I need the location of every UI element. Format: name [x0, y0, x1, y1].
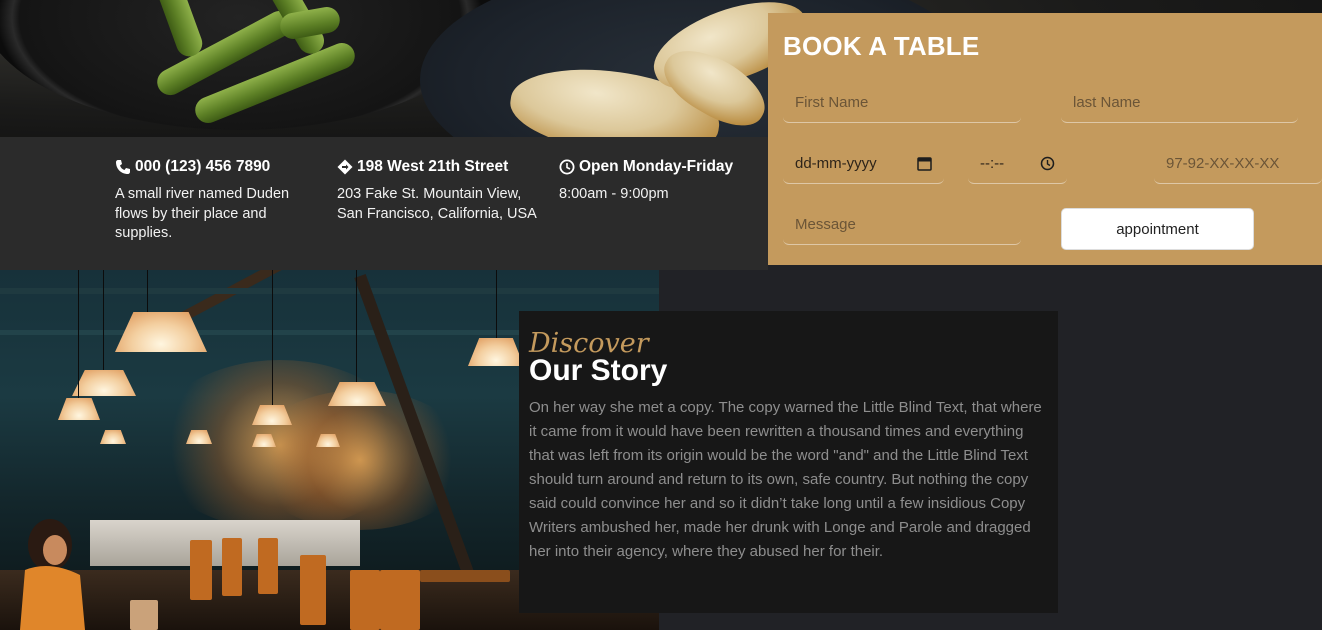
- booking-title: BOOK A TABLE: [783, 31, 980, 61]
- location-icon: [337, 159, 353, 175]
- message-input[interactable]: Message: [783, 205, 1021, 245]
- pendant-lamp: [58, 398, 100, 420]
- time-input[interactable]: --:--: [968, 144, 1067, 184]
- street-address: 198 West 21th Street: [357, 158, 509, 175]
- seated-person: [20, 519, 85, 630]
- contact-phone: 000 (123) 456 7890 A small river named D…: [115, 157, 325, 244]
- phone-number: 000 (123) 456 7890: [135, 158, 271, 175]
- address-description: 203 Fake St. Mountain View, San Francisc…: [337, 186, 537, 222]
- opening-hours: 8:00am - 9:00pm: [559, 186, 669, 202]
- clock-icon: [559, 159, 575, 175]
- story-title: Our Story: [529, 354, 668, 387]
- first-name-input[interactable]: First Name: [783, 83, 1021, 123]
- book-table-form: BOOK A TABLE First Name last Name dd-mm-…: [768, 13, 1322, 265]
- pendant-lamp: [72, 370, 136, 396]
- story-body: On her way she met a copy. The copy warn…: [529, 399, 1042, 560]
- appointment-button[interactable]: appointment: [1061, 208, 1254, 250]
- time-placeholder: --:--: [980, 155, 1005, 172]
- contact-address: 198 West 21th Street 203 Fake St. Mounta…: [337, 157, 537, 224]
- pendant-lamp: [468, 338, 524, 366]
- page: 000 (123) 456 7890 A small river named D…: [0, 0, 1322, 630]
- clock-icon[interactable]: [1040, 156, 1055, 171]
- phone-icon: [116, 160, 130, 174]
- phone-description: A small river named Duden flows by their…: [115, 186, 290, 241]
- pendant-lamp: [100, 430, 126, 444]
- pendant-lamp: [115, 312, 207, 352]
- last-name-input[interactable]: last Name: [1061, 83, 1298, 123]
- calendar-icon[interactable]: [917, 156, 932, 171]
- contact-info-bar: 000 (123) 456 7890 A small river named D…: [0, 137, 768, 270]
- date-input[interactable]: dd-mm-yyyy: [783, 144, 944, 184]
- date-placeholder: dd-mm-yyyy: [795, 155, 877, 172]
- story-section: Discover Our Story On her way she met a …: [519, 311, 1058, 613]
- phone-input[interactable]: 97-92-XX-XX-XX: [1154, 144, 1322, 184]
- opening-days: Open Monday-Friday: [579, 158, 734, 175]
- contact-hours: Open Monday-Friday 8:00am - 9:00pm: [559, 157, 759, 205]
